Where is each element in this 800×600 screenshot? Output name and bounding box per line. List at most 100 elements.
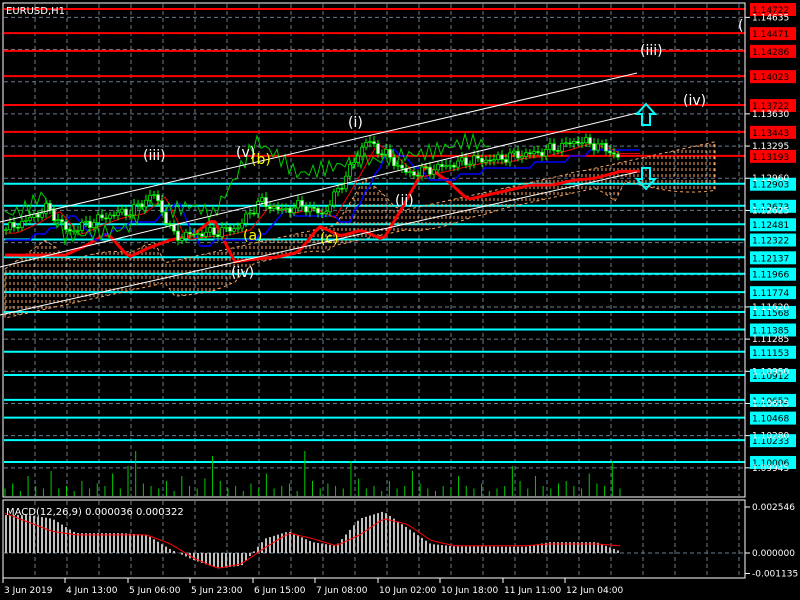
candle [436, 164, 440, 171]
candle [556, 150, 560, 152]
candle [216, 234, 220, 237]
candle [228, 226, 232, 232]
candle [480, 157, 484, 163]
wave-label[interactable]: ( [738, 18, 743, 34]
candle [384, 148, 388, 155]
candle [420, 166, 424, 177]
price-tick-label: 1.10280 [752, 432, 789, 442]
wave-label[interactable]: (iii) [143, 148, 166, 164]
candle [64, 221, 68, 230]
candle [524, 152, 528, 157]
candle [104, 217, 108, 220]
candle [456, 160, 460, 168]
volume-bars [4, 451, 621, 496]
candle [176, 230, 180, 241]
candle [464, 157, 468, 166]
wave-label[interactable]: (iii) [640, 43, 663, 59]
candle [368, 141, 372, 143]
time-tick-label: 12 Jun 04:00 [566, 586, 623, 596]
resistance_levels-price-label: 1.13443 [752, 129, 789, 139]
wave-label[interactable]: (b) [251, 152, 271, 168]
candle [56, 219, 60, 221]
candle [584, 137, 588, 144]
horizontal-levels[interactable]: 1.147221.144711.142861.140231.137221.134… [4, 3, 796, 469]
candle [28, 217, 32, 221]
price-tick-label: 1.13295 [752, 142, 789, 152]
candle [76, 230, 80, 232]
price-tick-label: 1.12960 [752, 174, 789, 184]
candle [124, 208, 128, 216]
candle [332, 191, 336, 206]
candle [488, 159, 492, 162]
time-tick-label: 3 Jun 2019 [4, 586, 53, 596]
candle [196, 233, 200, 235]
candle [588, 137, 592, 145]
candle [260, 197, 264, 202]
wave-label[interactable]: (iv) [231, 265, 254, 281]
wave-label[interactable]: (c) [320, 231, 339, 247]
candle [268, 206, 272, 210]
macd-axis-label: 0.002546 [752, 503, 795, 513]
resistance_levels-price-label: 1.13193 [752, 153, 789, 163]
candle [484, 159, 488, 163]
candle [4, 229, 8, 232]
arrow-up-icon[interactable] [634, 102, 658, 126]
candle [168, 223, 172, 225]
time-tick-label: 11 Jun 11:00 [504, 586, 561, 596]
candle [144, 199, 148, 208]
wave-label[interactable]: (i) [348, 115, 363, 131]
candle [316, 208, 320, 214]
chart-window[interactable]: 1.147221.144711.142861.140231.137221.134… [0, 0, 800, 600]
candle [344, 175, 348, 190]
candle [236, 227, 240, 230]
candle [596, 143, 600, 151]
candle [100, 214, 104, 219]
candle [472, 155, 476, 165]
support_levels-price-label: 1.11966 [752, 271, 789, 281]
wave-label[interactable]: (iv) [683, 93, 706, 109]
candle [476, 155, 480, 159]
candle [68, 229, 72, 232]
candle [112, 214, 116, 217]
symbol-title: EURUSD,H1 [6, 6, 65, 17]
candle [360, 146, 364, 157]
candle [40, 212, 44, 218]
candle [568, 142, 572, 145]
candle [20, 221, 24, 228]
candle [496, 154, 500, 160]
candle [468, 163, 472, 166]
candle [152, 194, 156, 197]
candle [336, 187, 340, 193]
candle [440, 164, 444, 167]
candle [220, 227, 224, 237]
candle [80, 221, 84, 231]
candle [108, 214, 112, 219]
candle [376, 143, 380, 155]
resistance_levels-price-label: 1.14023 [752, 73, 789, 83]
candle [36, 213, 40, 218]
price-tick-label: 1.10950 [752, 367, 789, 377]
candle [280, 208, 284, 211]
wave-label[interactable]: (ii) [395, 193, 414, 209]
price-tick-label: 1.14635 [752, 13, 789, 23]
candle [292, 207, 296, 214]
candle [388, 148, 392, 158]
candle [48, 203, 52, 211]
time-axis: 3 Jun 2019 4 Jun 13:00 5 Jun 06:00 5 Jun 23… [2, 578, 623, 596]
candle [460, 157, 464, 162]
candle [528, 152, 532, 155]
candle [380, 153, 384, 156]
candle [412, 171, 416, 176]
candle [252, 212, 256, 215]
candle [212, 227, 216, 236]
candle [340, 187, 344, 190]
resistance_levels-price-label: 1.14471 [752, 30, 789, 40]
candle [120, 208, 124, 213]
candle [184, 231, 188, 239]
candle [312, 206, 316, 209]
candle [304, 205, 308, 213]
candle [140, 203, 144, 208]
wave-label[interactable]: (a) [243, 228, 263, 244]
candle [276, 206, 280, 210]
candle [616, 153, 620, 158]
